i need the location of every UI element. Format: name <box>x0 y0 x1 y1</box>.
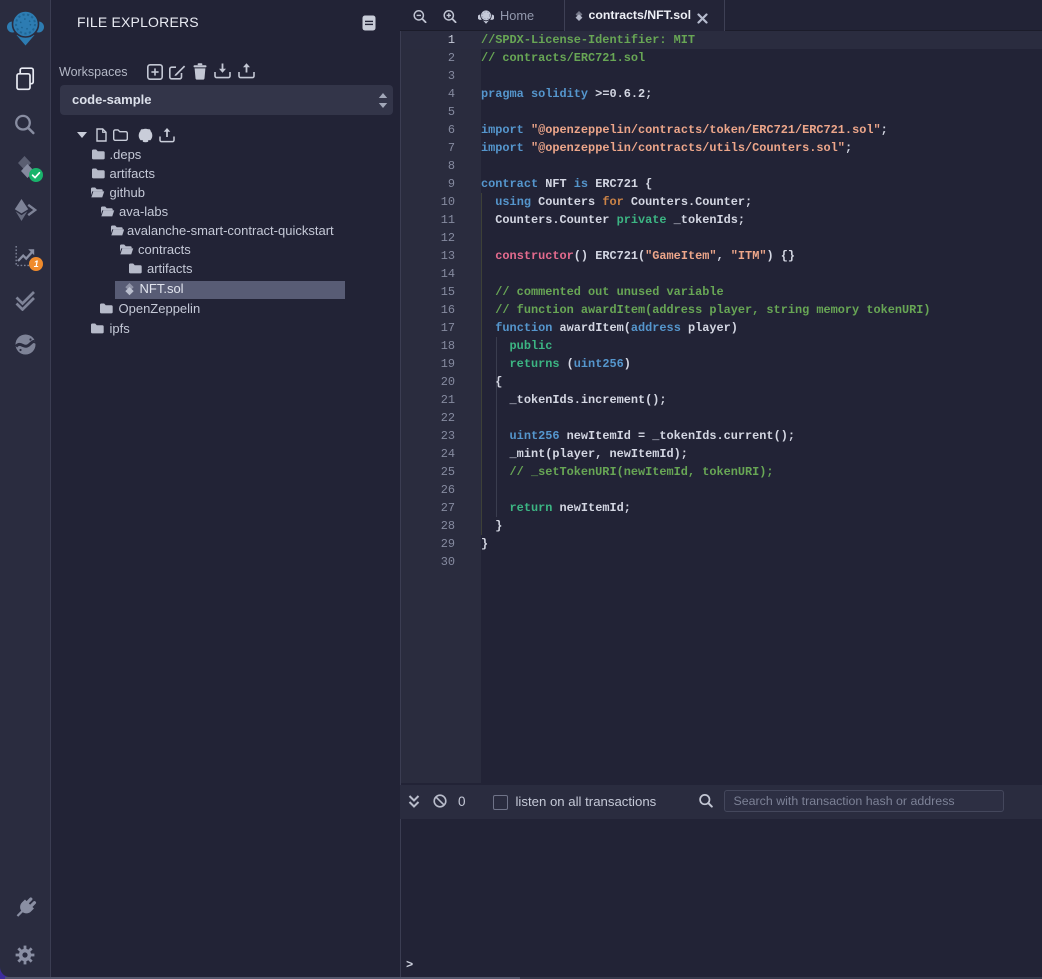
svg-text:1: 1 <box>34 259 39 269</box>
